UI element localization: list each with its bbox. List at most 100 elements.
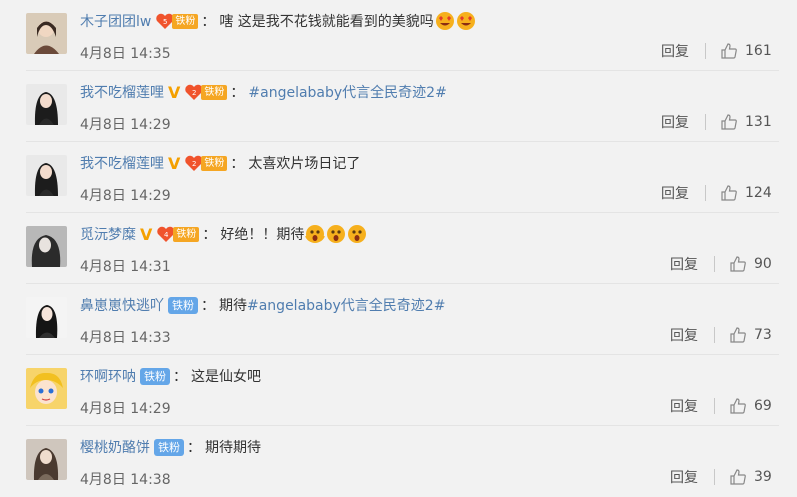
avatar[interactable]	[26, 368, 67, 409]
comment-item: 觅沅梦糜 V 4 铁粉 ： 好绝！！期待 4月8日 14:31 回复 90	[0, 213, 797, 284]
shocked-emoji	[326, 224, 346, 244]
avatar[interactable]	[26, 13, 67, 54]
timestamp: 4月8日 14:29	[80, 117, 171, 133]
like-count: 131	[745, 114, 772, 130]
comment-item: 环啊环呐 铁粉 ： 这是仙女吧 4月8日 14:29 回复 69	[0, 355, 797, 426]
username[interactable]: 环啊环呐	[80, 366, 136, 386]
comment-text: 嗐 这是我不花钱就能看到的美貌吗	[219, 14, 434, 30]
username[interactable]: 樱桃奶酪饼	[80, 437, 150, 457]
fan-badge[interactable]: 4 铁粉	[156, 226, 200, 243]
like-count: 124	[745, 185, 772, 201]
reply-button[interactable]: 回复	[670, 325, 698, 345]
avatar[interactable]	[26, 297, 67, 338]
reply-button[interactable]: 回复	[670, 254, 698, 274]
fan-badge[interactable]: 铁粉	[154, 438, 184, 456]
like-button[interactable]: 69	[729, 397, 772, 415]
colon: ：	[230, 85, 245, 101]
comment-actions: 回复 39	[670, 466, 772, 488]
comment-item: 木子团团lw 5 铁粉 ： 嗐 这是我不花钱就能看到的美貌吗 4月8日 14:3…	[0, 0, 797, 71]
avatar[interactable]	[26, 84, 67, 125]
divider	[705, 43, 706, 59]
thumbs-up-icon	[730, 469, 746, 485]
fan-label: 铁粉	[154, 438, 184, 456]
divider	[705, 185, 706, 201]
comment-item: 我不吃榴莲哩 V 2 铁粉 ： 太喜欢片场日记了 4月8日 14:29 回复 1…	[0, 142, 797, 213]
thumbs-up-icon	[730, 327, 746, 343]
fan-label: 铁粉	[168, 296, 198, 314]
comment-actions: 回复 69	[670, 395, 772, 417]
like-button[interactable]: 161	[720, 42, 772, 60]
thumbs-up-icon	[721, 43, 737, 59]
comment-item: 我不吃榴莲哩 V 2 铁粉 ： #angelababy代言全民奇迹2# 4月8日…	[0, 71, 797, 142]
colon: ：	[202, 227, 217, 243]
like-count: 69	[754, 398, 772, 414]
like-button[interactable]: 124	[720, 184, 772, 202]
thumbs-up-icon	[721, 114, 737, 130]
comment-text: 好绝！！期待	[220, 227, 305, 243]
fan-label: 铁粉	[140, 367, 170, 385]
like-button[interactable]: 90	[729, 255, 772, 273]
username[interactable]: 我不吃榴莲哩	[80, 82, 164, 102]
fan-label: 铁粉	[201, 84, 228, 100]
reply-button[interactable]: 回复	[670, 467, 698, 487]
comment-item: 鼻崽崽快逃吖 铁粉 ： 期待 #angelababy代言全民奇迹2# 4月8日 …	[0, 284, 797, 355]
username[interactable]: 我不吃榴莲哩	[80, 153, 164, 173]
topic-link[interactable]: #angelababy代言全民奇迹2#	[247, 295, 445, 315]
timestamp: 4月8日 14:35	[80, 46, 171, 62]
avatar[interactable]	[26, 155, 67, 196]
username[interactable]: 鼻崽崽快逃吖	[80, 295, 164, 315]
divider	[714, 327, 715, 343]
username[interactable]: 木子团团lw	[80, 11, 151, 31]
timestamp: 4月8日 14:33	[80, 330, 171, 346]
shocked-emoji	[347, 224, 367, 244]
comment-text: 太喜欢片场日记了	[248, 156, 361, 172]
fan-badge[interactable]: 铁粉	[140, 367, 170, 385]
colon: ：	[187, 440, 201, 456]
avatar[interactable]	[26, 439, 67, 480]
fan-badge[interactable]: 2 铁粉	[184, 155, 228, 172]
reply-button[interactable]: 回复	[661, 41, 689, 61]
like-count: 73	[754, 327, 772, 343]
fan-badge[interactable]: 5 铁粉	[155, 13, 199, 30]
comment-actions: 回复 161	[661, 40, 772, 62]
like-count: 39	[754, 469, 772, 485]
fan-badge[interactable]: 铁粉	[168, 296, 198, 314]
thumbs-up-icon	[721, 185, 737, 201]
username[interactable]: 觅沅梦糜	[80, 224, 136, 244]
comment-list: 木子团团lw 5 铁粉 ： 嗐 这是我不花钱就能看到的美貌吗 4月8日 14:3…	[0, 0, 797, 497]
like-button[interactable]: 131	[720, 113, 772, 131]
avatar[interactable]	[26, 226, 67, 267]
comment-actions: 回复 73	[670, 324, 772, 346]
like-button[interactable]: 73	[729, 326, 772, 344]
colon: ：	[230, 156, 245, 172]
shocked-emoji	[305, 224, 326, 244]
like-count: 161	[745, 43, 772, 59]
reply-button[interactable]: 回复	[670, 396, 698, 416]
timestamp: 4月8日 14:29	[80, 401, 171, 417]
comment-text: 期待期待	[205, 440, 261, 456]
svg-text:2: 2	[192, 160, 196, 168]
svg-text:4: 4	[164, 231, 169, 239]
comment-actions: 回复 124	[661, 182, 772, 204]
svg-text:5: 5	[163, 18, 167, 26]
topic-link[interactable]: #angelababy代言全民奇迹2#	[248, 82, 446, 102]
verified-v-icon: V	[140, 224, 153, 244]
timestamp: 4月8日 14:29	[80, 188, 171, 204]
colon: ：	[201, 14, 216, 30]
thumbs-up-icon	[730, 256, 746, 272]
like-button[interactable]: 39	[729, 468, 772, 486]
fan-badge[interactable]: 2 铁粉	[184, 84, 228, 101]
reply-button[interactable]: 回复	[661, 112, 689, 132]
thumbs-up-icon	[730, 398, 746, 414]
divider	[714, 469, 715, 485]
heart-eyes-emoji	[456, 11, 476, 31]
reply-button[interactable]: 回复	[661, 183, 689, 203]
comment-actions: 回复 131	[661, 111, 772, 133]
fan-label: 铁粉	[173, 226, 200, 242]
comment-text: 这是仙女吧	[191, 369, 261, 385]
fan-label: 铁粉	[201, 155, 228, 171]
timestamp: 4月8日 14:38	[80, 472, 171, 488]
heart-eyes-emoji	[435, 11, 455, 31]
divider	[714, 398, 715, 414]
divider	[714, 256, 715, 272]
